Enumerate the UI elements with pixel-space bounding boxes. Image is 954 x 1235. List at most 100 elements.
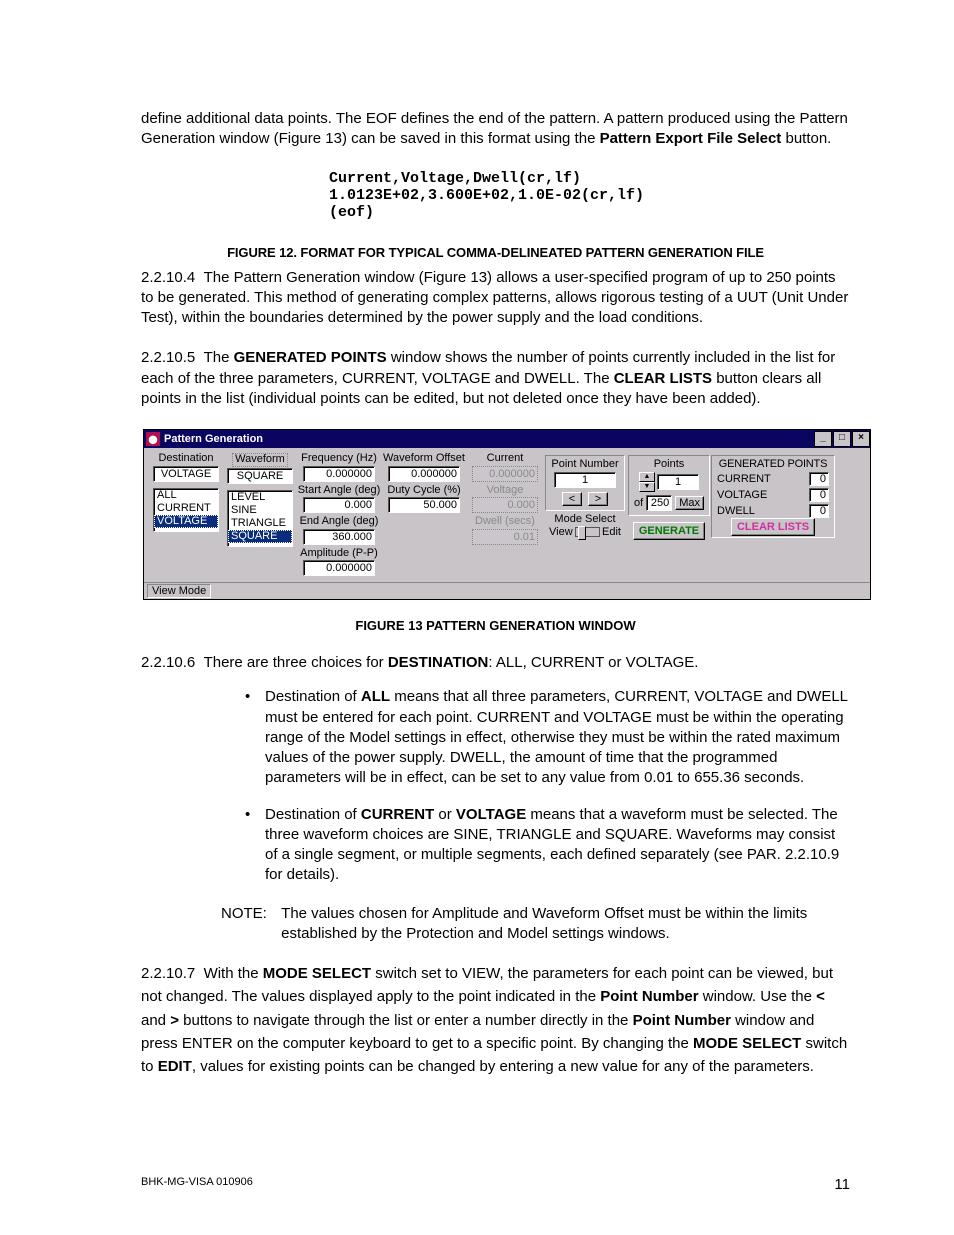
points-of-label: of [634, 497, 643, 509]
note-label: NOTE: [221, 904, 277, 924]
status-text: View Mode [147, 584, 211, 598]
start-angle-field[interactable]: 0.000 [303, 497, 375, 513]
waveform-listbox[interactable]: LEVEL SINE TRIANGLE SQUARE [227, 490, 293, 547]
t: or [434, 806, 456, 823]
destination-option-voltage[interactable]: VOLTAGE [154, 515, 218, 528]
t: window. Use the [699, 988, 817, 1005]
waveform-value[interactable]: SQUARE [227, 468, 293, 484]
section-num: 2.2.10.5 [141, 349, 195, 366]
waveform-option-level[interactable]: LEVEL [228, 491, 292, 504]
t: MODE SELECT [263, 965, 371, 982]
intro-bold: Pattern Export File Select [600, 130, 782, 147]
t: VOLTAGE [456, 806, 526, 823]
t: EDIT [158, 1058, 192, 1075]
amplitude-field[interactable]: 0.000000 [303, 560, 375, 576]
t: CURRENT [361, 806, 434, 823]
destination-bullet-list: Destination of ALL means that all three … [245, 687, 850, 885]
point-prev-button[interactable]: < [562, 492, 582, 506]
points-label: Points [634, 459, 704, 471]
waveform-option-triangle[interactable]: TRIANGLE [228, 517, 292, 530]
spin-up-icon: ▲ [639, 472, 655, 482]
intro-text-b: button. [781, 130, 831, 147]
frequency-field[interactable]: 0.000000 [303, 466, 375, 482]
mode-select-label: Mode Select [549, 514, 621, 526]
end-angle-field[interactable]: 360.000 [303, 529, 375, 545]
spin-down-icon: ▼ [639, 482, 655, 492]
t: GENERATED POINTS [234, 349, 387, 366]
end-angle-label: End Angle (deg) [300, 516, 379, 528]
frequency-label: Frequency (Hz) [301, 453, 377, 465]
t: With the [204, 965, 263, 982]
t: and [141, 1012, 170, 1029]
waveform-option-sine[interactable]: SINE [228, 504, 292, 517]
point-number-label: Point Number [551, 459, 619, 471]
t: The [204, 349, 234, 366]
points-spinner[interactable]: ▲ ▼ [639, 472, 655, 492]
gen-current-value: 0 [809, 472, 829, 486]
app-icon: ⬤ [146, 432, 160, 446]
point-number-field[interactable]: 1 [554, 472, 616, 488]
current-field: 0.000000 [472, 466, 538, 482]
points-field[interactable]: 1 [657, 474, 699, 490]
t: There are three choices for [204, 654, 388, 671]
start-angle-label: Start Angle (deg) [298, 485, 381, 497]
gt-symbol: > [170, 1012, 179, 1029]
points-max-field[interactable]: 250 [646, 495, 672, 511]
duty-label: Duty Cycle (%) [387, 485, 460, 497]
t: CLEAR LISTS [614, 370, 712, 387]
destination-option-all[interactable]: ALL [154, 489, 218, 502]
note-block: NOTE: The values chosen for Amplitude an… [221, 904, 850, 945]
code-block: Current,Voltage,Dwell(cr,lf) 1.0123E+02,… [329, 170, 850, 221]
bullet-all: Destination of ALL means that all three … [245, 687, 850, 788]
pre-line-2: 1.0123E+02,3.600E+02,1.0E-02(cr,lf) [329, 187, 644, 204]
voltage-label: Voltage [487, 485, 524, 497]
mode-edit-label: Edit [602, 526, 621, 538]
maximize-button[interactable]: □ [833, 431, 851, 447]
t: Destination of [265, 806, 361, 823]
duty-field[interactable]: 50.000 [388, 497, 460, 513]
bullet-current-voltage: Destination of CURRENT or VOLTAGE means … [245, 805, 850, 886]
pre-line-3: (eof) [329, 204, 374, 221]
window-titlebar[interactable]: ⬤ Pattern Generation _ □ × [144, 430, 870, 448]
destination-value[interactable]: VOLTAGE [153, 466, 219, 482]
figure-13-caption: FIGURE 13 PATTERN GENERATION WINDOW [141, 618, 850, 633]
footer-docid: BHK-MG-VISA 010906 [141, 1176, 253, 1188]
lt-symbol: < [816, 988, 825, 1005]
footer-page-number: 11 [834, 1176, 850, 1193]
waveform-option-square[interactable]: SQUARE [228, 530, 292, 543]
t: buttons to navigate through the list or … [179, 1012, 633, 1029]
mode-view-label: View [549, 526, 573, 538]
mode-select-slider[interactable] [575, 527, 600, 537]
t: Point Number [633, 1012, 731, 1029]
offset-field[interactable]: 0.000000 [388, 466, 460, 482]
t: , values for existing points can be chan… [192, 1058, 814, 1075]
pre-line-1: Current,Voltage,Dwell(cr,lf) [329, 170, 581, 187]
points-max-button[interactable]: Max [675, 496, 704, 510]
pattern-generation-window: ⬤ Pattern Generation _ □ × Destination V… [143, 429, 871, 600]
t: DESTINATION [388, 654, 489, 671]
waveform-label: Waveform [232, 453, 288, 467]
section-num: 2.2.10.4 [141, 269, 195, 286]
clear-lists-button[interactable]: CLEAR LISTS [731, 518, 815, 536]
para-2-2-10-6: 2.2.10.6 There are three choices for DES… [141, 653, 850, 673]
generate-button[interactable]: GENERATE [633, 522, 705, 540]
t: Point Number [600, 988, 698, 1005]
gen-dwell-label: DWELL [717, 505, 755, 517]
note-body: The values chosen for Amplitude and Wave… [281, 904, 836, 945]
minimize-button[interactable]: _ [814, 431, 832, 447]
destination-listbox[interactable]: ALL CURRENT VOLTAGE [153, 488, 219, 532]
t: Destination of [265, 688, 361, 705]
para-text: The Pattern Generation window (Figure 13… [141, 269, 848, 327]
offset-label: Waveform Offset [383, 453, 465, 465]
section-num: 2.2.10.6 [141, 654, 195, 671]
intro-paragraph: define additional data points. The EOF d… [141, 109, 850, 150]
gen-current-label: CURRENT [717, 473, 771, 485]
point-next-button[interactable]: > [588, 492, 608, 506]
t: MODE SELECT [693, 1035, 801, 1052]
t: : ALL, CURRENT or VOLTAGE. [488, 654, 698, 671]
destination-option-current[interactable]: CURRENT [154, 502, 218, 515]
page-footer: BHK-MG-VISA 010906 11 [141, 1176, 850, 1193]
close-button[interactable]: × [852, 431, 870, 447]
para-2-2-10-5: 2.2.10.5 The GENERATED POINTS window sho… [141, 348, 850, 409]
gen-dwell-value: 0 [809, 504, 829, 518]
